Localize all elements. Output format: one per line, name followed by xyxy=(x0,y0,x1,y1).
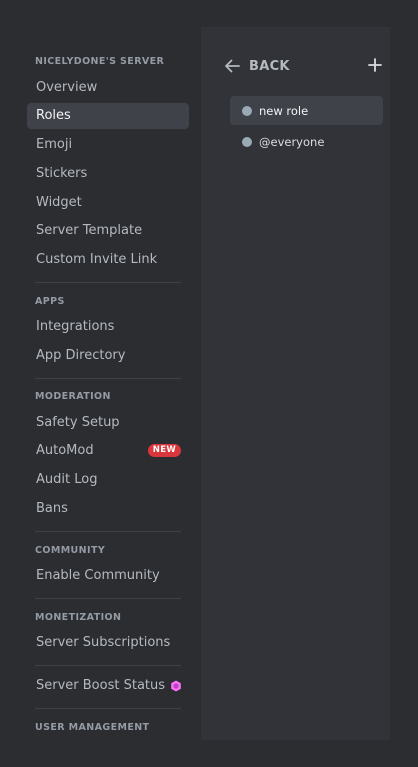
nav-item-integrations[interactable]: Integrations xyxy=(27,314,189,340)
section-header-community: COMMUNITY xyxy=(35,545,106,556)
nav-item-overview[interactable]: Overview xyxy=(27,75,189,101)
role-name: @everyone xyxy=(259,134,325,149)
divider xyxy=(35,531,181,532)
section-header-apps: APPS xyxy=(35,296,65,307)
nav-item-server-subscriptions[interactable]: Server Subscriptions xyxy=(27,630,189,656)
nav-item-server-boost-status[interactable]: Server Boost Status xyxy=(27,673,189,699)
nav-item-automod-label: AutoMod xyxy=(36,443,94,458)
arrow-left-icon xyxy=(225,59,240,73)
nav-item-app-directory[interactable]: App Directory xyxy=(27,343,189,369)
role-name: new role xyxy=(259,103,309,118)
role-item-new-role[interactable]: new role xyxy=(230,96,383,125)
role-color-dot xyxy=(242,105,252,116)
new-badge: NEW xyxy=(147,444,181,457)
nav-item-enable-community[interactable]: Enable Community xyxy=(27,563,189,589)
nav-item-stickers[interactable]: Stickers xyxy=(27,161,189,187)
section-header-moderation: MODERATION xyxy=(35,391,111,402)
divider xyxy=(35,378,181,379)
nav-item-roles[interactable]: Roles xyxy=(27,103,189,129)
nav-item-automod[interactable]: AutoMod NEW xyxy=(27,438,189,464)
divider xyxy=(35,708,181,709)
nav-item-widget[interactable]: Widget xyxy=(27,190,189,216)
nav-item-bans[interactable]: Bans xyxy=(27,496,189,522)
divider xyxy=(35,598,181,599)
section-header-user-management: USER MANAGEMENT xyxy=(35,722,150,733)
boost-gem-icon xyxy=(171,680,181,692)
nav-item-server-template[interactable]: Server Template xyxy=(27,218,189,244)
section-header-server: NICELYDONE'S SERVER xyxy=(35,56,165,67)
role-item-everyone[interactable]: @everyone xyxy=(230,127,383,156)
back-label: BACK xyxy=(249,58,290,74)
back-button[interactable]: BACK xyxy=(224,55,290,77)
settings-sidebar: NICELYDONE'S SERVER Overview Roles Emoji… xyxy=(0,0,200,767)
divider xyxy=(35,282,181,283)
nav-item-custom-invite-link[interactable]: Custom Invite Link xyxy=(27,247,189,273)
section-header-monetization: MONETIZATION xyxy=(35,612,122,623)
plus-icon xyxy=(368,58,382,72)
add-role-button[interactable] xyxy=(366,56,384,74)
nav-item-server-boost-status-label: Server Boost Status xyxy=(36,678,166,693)
nav-item-emoji[interactable]: Emoji xyxy=(27,132,189,158)
nav-item-audit-log[interactable]: Audit Log xyxy=(27,467,189,493)
role-color-dot xyxy=(242,136,252,147)
divider xyxy=(35,665,181,666)
nav-item-safety-setup[interactable]: Safety Setup xyxy=(27,410,189,436)
